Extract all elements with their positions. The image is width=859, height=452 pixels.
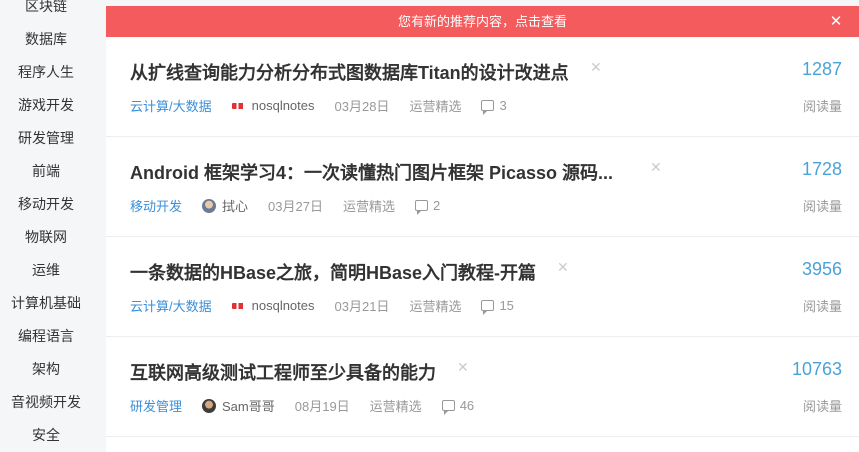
avatar-icon [231,302,246,309]
sidebar-item-mobile-dev[interactable]: 移动开发 [0,194,92,214]
sidebar-item-blockchain[interactable]: 区块链 [0,0,92,16]
new-content-banner[interactable]: 您有新的推荐内容，点击查看 ✕ [106,6,859,37]
sidebar-item-programmer-life[interactable]: 程序人生 [0,62,92,82]
read-count: 3956 [801,259,842,279]
article-title[interactable]: 从扩线查询能力分析分布式图数据库Titan的设计改进点 [130,59,569,85]
read-count-label: 阅读量 [802,99,842,114]
comment-icon [481,300,495,315]
article-source[interactable]: 运营精选 [409,96,461,115]
comment-count[interactable]: 3 [481,98,507,115]
article-category[interactable]: 云计算/大数据 [130,96,212,115]
article-author[interactable]: nosqlnotes [252,298,315,313]
sidebar-item-languages[interactable]: 编程语言 [0,326,92,346]
article-author[interactable]: 拭心 [222,196,248,215]
article-source[interactable]: 运营精选 [343,196,395,215]
sidebar-item-security[interactable]: 安全 [0,425,92,445]
article-item: 一条数据的HBase之旅，简明HBase入门教程-开篇 ✕ 云计算/大数据 no… [106,237,859,337]
article-author[interactable]: nosqlnotes [252,98,315,113]
article-title[interactable]: 一条数据的HBase之旅，简明HBase入门教程-开篇 [130,259,536,285]
close-icon[interactable]: ✕ [827,6,845,37]
article-source[interactable]: 运营精选 [409,296,461,315]
article-item: 从扩线查询能力分析分布式图数据库Titan的设计改进点 ✕ 云计算/大数据 no… [106,37,859,137]
comment-count[interactable]: 46 [441,398,475,415]
article-date: 03月28日 [334,99,390,114]
read-count: 1728 [801,159,842,179]
sidebar-item-iot[interactable]: 物联网 [0,227,92,247]
avatar-icon [202,398,217,413]
sidebar-item-cs-basics[interactable]: 计算机基础 [0,293,92,313]
article-title[interactable]: Android 框架学习4：一次读懂热门图片框架 Picasso 源码... [130,159,613,185]
read-count-label: 阅读量 [802,399,842,414]
read-count: 10763 [791,359,842,379]
dismiss-icon[interactable]: ✕ [557,259,569,276]
category-sidebar: 区块链 数据库 程序人生 游戏开发 研发管理 前端 移动开发 物联网 运维 计算… [0,0,92,452]
article-date: 03月21日 [334,299,390,314]
sidebar-item-database[interactable]: 数据库 [0,29,92,49]
read-count: 1287 [801,59,842,79]
dismiss-icon[interactable]: ✕ [590,59,602,76]
comment-count-value: 46 [459,398,475,413]
read-count-label: 阅读量 [802,199,842,214]
dismiss-icon[interactable]: ✕ [457,359,469,376]
article-meta: 云计算/大数据 nosqlnotes 03月28日 运营精选 3 [130,96,507,115]
read-count-label: 阅读量 [802,299,842,314]
article-item: Android 框架学习4：一次读懂热门图片框架 Picasso 源码... ✕… [106,137,859,237]
sidebar-item-game-dev[interactable]: 游戏开发 [0,95,92,115]
article-title[interactable]: 互联网高级测试工程师至少具备的能力 [130,359,436,385]
sidebar-item-av-dev[interactable]: 音视频开发 [0,392,92,412]
comment-count-value: 2 [432,198,441,213]
sidebar-item-frontend[interactable]: 前端 [0,161,92,181]
article-meta: 移动开发 拭心 03月27日 运营精选 2 [130,196,440,215]
comment-count-value: 3 [499,98,507,113]
comment-icon [481,100,495,115]
comment-icon [441,400,455,415]
comment-count[interactable]: 15 [481,298,514,315]
avatar-icon [231,102,246,109]
article-meta: 云计算/大数据 nosqlnotes 03月21日 运营精选 15 [130,296,514,315]
comment-icon [414,200,428,215]
article-category[interactable]: 移动开发 [130,196,182,215]
banner-text[interactable]: 您有新的推荐内容，点击查看 [398,14,567,29]
article-category[interactable]: 研发管理 [130,396,182,415]
sidebar-item-architecture[interactable]: 架构 [0,359,92,379]
dismiss-icon[interactable]: ✕ [650,159,662,176]
article-feed: 您有新的推荐内容，点击查看 ✕ 从扩线查询能力分析分布式图数据库Titan的设计… [106,6,859,452]
article-category[interactable]: 云计算/大数据 [130,296,212,315]
sidebar-item-ops[interactable]: 运维 [0,260,92,280]
avatar-icon [202,198,217,213]
article-date: 08月19日 [294,399,350,414]
comment-count-value: 15 [499,298,514,313]
sidebar-item-rd-management[interactable]: 研发管理 [0,128,92,148]
article-item: 互联网高级测试工程师至少具备的能力 ✕ 研发管理 Sam哥哥 08月19日 运营… [106,337,859,437]
comment-count[interactable]: 2 [414,198,441,215]
article-date: 03月27日 [268,199,323,214]
article-author[interactable]: Sam哥哥 [222,396,275,415]
article-meta: 研发管理 Sam哥哥 08月19日 运营精选 46 [130,396,474,415]
article-source[interactable]: 运营精选 [370,396,422,415]
